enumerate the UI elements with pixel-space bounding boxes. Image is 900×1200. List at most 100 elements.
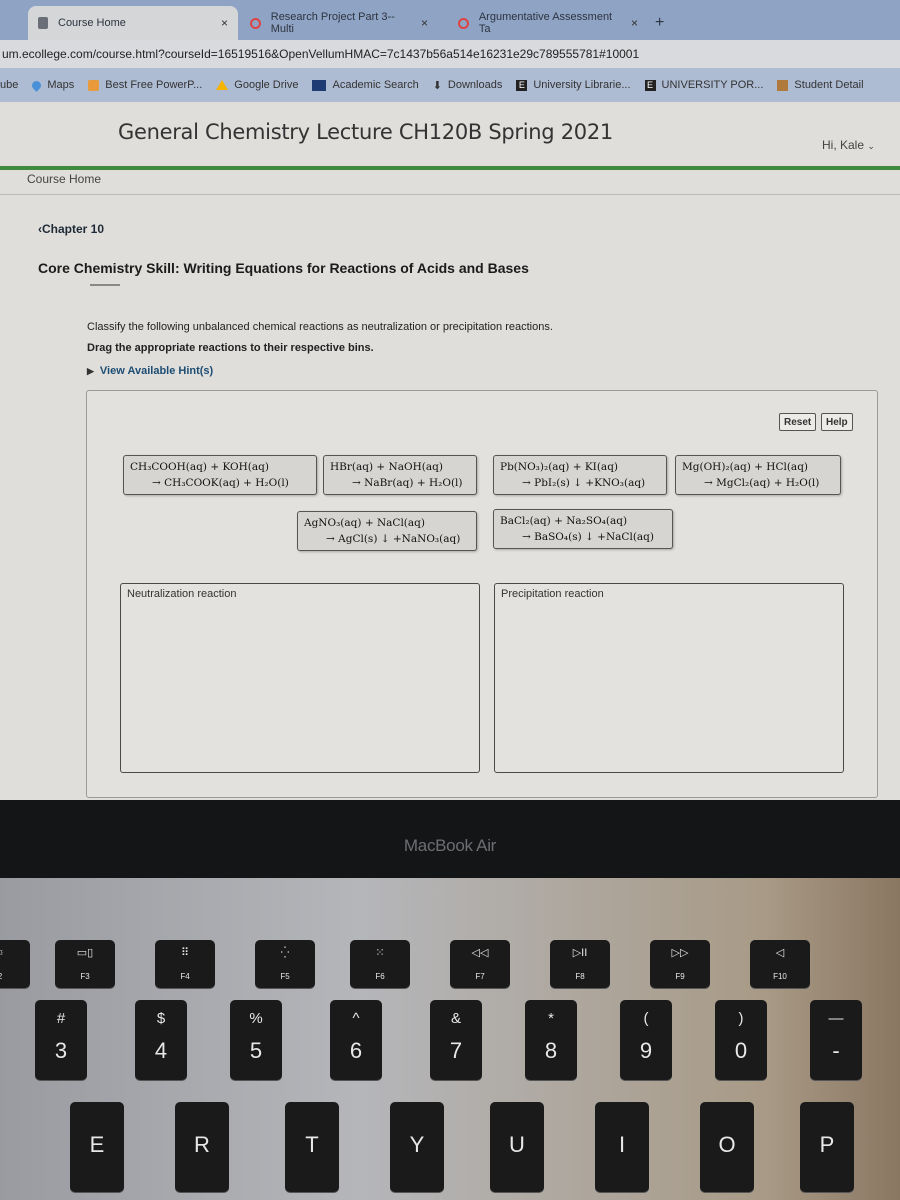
help-button[interactable]: Help [821, 413, 853, 431]
reset-button[interactable]: Reset [779, 413, 817, 431]
function-key[interactable]: ▷II F8 [550, 940, 610, 988]
letter-key[interactable]: E [70, 1102, 124, 1192]
number-key[interactable]: ^ 6 [330, 1000, 382, 1080]
tab-label: Research Project Part 3--Multi [270, 11, 395, 35]
bookmark-university-libraries[interactable]: E University Librarie... [516, 79, 631, 91]
url-text[interactable]: um.ecollege.com/course.html?courseId=165… [0, 47, 639, 61]
close-tab-icon[interactable]: × [413, 16, 428, 30]
reaction-reactants: CH₃COOH(aq) + KOH(aq) [130, 461, 269, 473]
question-instructions: Classify the following unbalanced chemic… [87, 321, 553, 333]
tab-argumentative-assessment[interactable]: Argumentative Assessment Ta × [448, 6, 648, 40]
tab-course-home[interactable]: Course Home × [28, 6, 238, 40]
new-tab-button[interactable]: + [655, 14, 664, 32]
reaction-chip[interactable]: CH₃COOH(aq) + KOH(aq) → CH₃COOK(aq) + H₂… [123, 455, 317, 495]
key-symbol: % [249, 1010, 263, 1027]
close-tab-icon[interactable]: × [623, 16, 638, 30]
letter-key[interactable]: T [285, 1102, 339, 1192]
precipitation-bin[interactable]: Precipitation reaction [494, 583, 844, 773]
address-bar[interactable]: um.ecollege.com/course.html?courseId=165… [0, 40, 900, 68]
ebsco-icon [312, 79, 327, 91]
macbook-air-label: MacBook Air [403, 836, 497, 855]
bookmark-student-detail[interactable]: Student Detail [777, 79, 864, 91]
reaction-products: → CH₃COOK(aq) + H₂O(l) [152, 477, 289, 489]
university-e-icon: E [516, 79, 528, 91]
number-key[interactable]: $4 [135, 1000, 187, 1080]
key-number: 9 [639, 1038, 653, 1063]
reaction-chip[interactable]: HBr(aq) + NaOH(aq) → NaBr(aq) + H₂O(l) [323, 455, 477, 495]
function-key-icon: ▷▷ [671, 947, 689, 959]
reaction-chip[interactable]: Pb(NO₃)₂(aq) + KI(aq) → PbI₂(s) ↓ +KNO₃(… [493, 455, 667, 495]
student-icon [777, 79, 789, 91]
neutralization-bin[interactable]: Neutralization reaction [120, 583, 480, 773]
bookmark-google-drive[interactable]: Google Drive [216, 79, 298, 91]
bookmark-academic-search[interactable]: Academic Search [312, 79, 419, 91]
course-home-link[interactable]: Course Home [27, 172, 101, 186]
tab-label: Argumentative Assessment Ta [478, 11, 613, 35]
number-key[interactable]: % 5 [230, 1000, 282, 1080]
bookmark-downloads[interactable]: ⬇ Downloads [433, 79, 503, 92]
function-key-icon: ☼ [0, 946, 30, 958]
letter-key[interactable]: O [700, 1102, 754, 1192]
reaction-reactants: BaCl₂(aq) + Na₂SO₄(aq) [500, 515, 628, 527]
key-number: - [832, 1038, 840, 1063]
key-number: 3 [54, 1038, 68, 1063]
letter-key[interactable]: R [175, 1102, 229, 1192]
bookmark-university-portal[interactable]: E UNIVERSITY POR... [644, 79, 763, 91]
function-key-label: F10 [773, 972, 787, 981]
function-key[interactable]: ☼2 [0, 940, 30, 988]
reaction-chip[interactable]: Mg(OH)₂(aq) + HCl(aq) → MgCl₂(aq) + H₂O(… [675, 455, 841, 495]
function-key-label: F4 [180, 972, 190, 981]
key-symbol: — [828, 1010, 844, 1027]
function-key[interactable]: ⁙ F6 [350, 940, 410, 988]
function-key-label: F8 [575, 972, 585, 981]
key-number: 4 [154, 1038, 168, 1063]
function-key[interactable]: ⁛ F5 [255, 940, 315, 988]
reaction-reactants: AgNO₃(aq) + NaCl(aq) [304, 517, 425, 529]
letter-key[interactable]: I [595, 1102, 649, 1192]
number-key[interactable]: #3 [35, 1000, 87, 1080]
bookmark-maps[interactable]: Maps [30, 78, 74, 92]
function-key-label: F3 [80, 972, 90, 981]
bookmark-label: Downloads [447, 79, 503, 91]
number-key[interactable]: ) 0 [715, 1000, 767, 1080]
function-key[interactable]: ⠿ F4 [155, 940, 215, 988]
key-letter: U [509, 1132, 525, 1157]
user-menu[interactable]: Hi, Kale ⌄ [822, 138, 875, 152]
tab-research-project[interactable]: Research Project Part 3--Multi × [240, 6, 438, 40]
bookmark-best-free-powerpoint[interactable]: Best Free PowerP... [88, 79, 202, 91]
function-key-label: F7 [475, 972, 485, 981]
number-key[interactable]: (9 [620, 1000, 672, 1080]
function-key[interactable]: ▷▷ F9 [650, 940, 710, 988]
function-key[interactable]: ◁ F10 [750, 940, 810, 988]
browser-tab-strip: Course Home × Research Project Part 3--M… [0, 0, 900, 40]
bookmark-label: Student Detail [794, 79, 864, 91]
reaction-products: → AgCl(s) ↓ +NaNO₃(aq) [326, 533, 461, 545]
reaction-chip[interactable]: AgNO₃(aq) + NaCl(aq) → AgCl(s) ↓ +NaNO₃(… [297, 511, 477, 551]
letter-key[interactable]: P [800, 1102, 854, 1192]
bookmarks-bar: ube Maps Best Free PowerP... Google Driv… [0, 68, 900, 102]
number-key[interactable]: & 7 [430, 1000, 482, 1080]
function-key-icon: ⁙ [375, 947, 385, 959]
key-symbol: ( [643, 1010, 649, 1027]
drag-drop-panel: Reset Help CH₃COOH(aq) + KOH(aq) → CH₃CO… [86, 390, 878, 798]
number-key[interactable]: — - [810, 1000, 862, 1080]
number-key[interactable]: * 8 [525, 1000, 577, 1080]
letter-key[interactable]: Y [390, 1102, 444, 1192]
bookmark-youtube[interactable]: ube [0, 79, 18, 91]
university-e-icon: E [644, 79, 656, 91]
reaction-reactants: Mg(OH)₂(aq) + HCl(aq) [682, 461, 809, 473]
function-key[interactable]: ▭▯ F3 [55, 940, 115, 988]
close-tab-icon[interactable]: × [213, 16, 228, 30]
back-to-chapter-link[interactable]: ‹Chapter 10 [38, 222, 104, 236]
key-letter: T [305, 1132, 319, 1157]
letter-key[interactable]: U [490, 1102, 544, 1192]
pearson-icon [458, 17, 469, 29]
function-key-icon: ◁◁ [471, 947, 489, 959]
function-key-icon: ▷II [572, 947, 588, 959]
view-hints-toggle[interactable]: ▶ View Available Hint(s) [87, 365, 213, 377]
function-key[interactable]: ◁◁ F7 [450, 940, 510, 988]
reaction-chip[interactable]: BaCl₂(aq) + Na₂SO₄(aq) → BaSO₄(s) ↓ +NaC… [493, 509, 673, 549]
bookmark-label: Best Free PowerP... [105, 79, 203, 91]
function-key-icon: ◁ [775, 947, 785, 959]
reaction-reactants: Pb(NO₃)₂(aq) + KI(aq) [500, 461, 619, 473]
